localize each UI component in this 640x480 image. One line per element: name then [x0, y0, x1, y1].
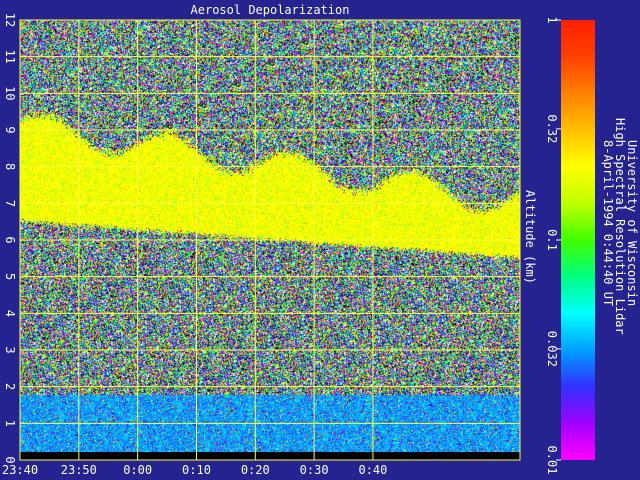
lidar-plot-figure: Aerosol Depolarization 0123456789101112 … [2, 3, 639, 477]
time-tick-label: 0:00 [123, 463, 152, 477]
colorbar-tick-labels: 10.320.10.0320.01 [545, 16, 561, 474]
y-axis-label: Altitude (km) [523, 190, 537, 284]
altitude-tick-label: 12 [3, 13, 17, 27]
altitude-tick-label: 10 [3, 86, 17, 100]
altitude-tick-label: 3 [3, 346, 17, 353]
altitude-tick-label: 11 [3, 49, 17, 63]
altitude-tick-label: 7 [3, 200, 17, 207]
altitude-tick-label: 2 [3, 383, 17, 390]
altitude-tick-labels: 0123456789101112 [3, 13, 17, 464]
time-tick-label: 0:30 [300, 463, 329, 477]
time-tick-label: 0:40 [358, 463, 387, 477]
altitude-tick-label: 8 [3, 163, 17, 170]
time-axis-baseline [20, 452, 520, 460]
altitude-tick-label: 6 [3, 236, 17, 243]
chart-title: Aerosol Depolarization [191, 3, 350, 17]
altitude-tick-label: 1 [3, 420, 17, 427]
altitude-tick-label: 9 [3, 126, 17, 133]
time-tick-label: 23:40 [2, 463, 38, 477]
info-block: University of Wisconsin High Spectral Re… [601, 118, 639, 335]
info-line-datetime: 8-April-1994 0:44:40 UT [601, 140, 615, 306]
time-tick-labels: 23:40 23:50 0:00 0:10 0:20 0:30 0:40 [2, 463, 387, 477]
altitude-tick-label: 4 [3, 310, 17, 317]
time-tick-label: 23:50 [61, 463, 97, 477]
colorbar: 10.320.10.0320.01 [545, 16, 595, 474]
colorbar-gradient [561, 20, 595, 460]
time-tick-label: 0:10 [182, 463, 211, 477]
altitude-tick-label: 5 [3, 273, 17, 280]
time-tick-label: 0:20 [241, 463, 270, 477]
